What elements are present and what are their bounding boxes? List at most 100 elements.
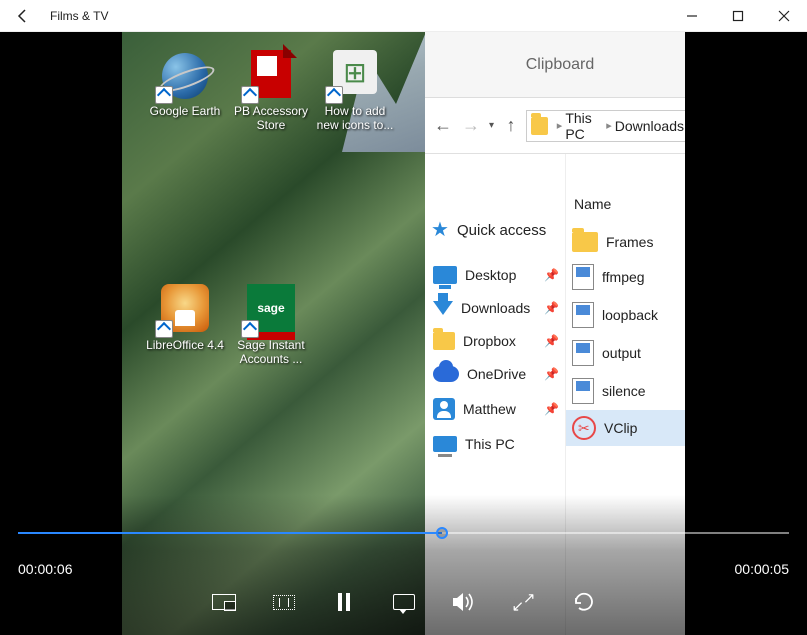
breadcrumb[interactable]: ▸ This PC ▸ Downloads	[526, 110, 685, 142]
sidebar-item-label: Desktop	[465, 267, 516, 283]
mini-view-button[interactable]	[209, 587, 239, 617]
back-button[interactable]	[0, 0, 46, 32]
desktop-icon: LibreOffice 4.4	[144, 284, 226, 352]
subtitles-button[interactable]	[389, 587, 419, 617]
ribbon-label: Clipboard	[526, 56, 594, 74]
sidebar-item-dropbox[interactable]: Dropbox 📌	[425, 324, 565, 358]
file-row[interactable]: 📌 loopback	[566, 296, 685, 334]
file-row[interactable]: 📌 silence	[566, 372, 685, 410]
pin-icon: 📌	[544, 367, 559, 381]
google-earth-icon	[159, 50, 211, 102]
nav-back-button[interactable]: ←	[431, 114, 455, 138]
nav-up-button[interactable]: ↑	[500, 115, 522, 137]
seek-thumb[interactable]	[436, 527, 448, 539]
video-frame: Google Earth PB Accessory Store ⊞ How to…	[122, 32, 685, 635]
dropbox-icon	[433, 332, 455, 350]
quick-access-label: Quick access	[457, 222, 546, 239]
desktop-icon: PB Accessory Store	[230, 50, 312, 133]
sidebar-item-this-pc[interactable]: This PC	[425, 428, 565, 460]
explorer-window: Clipboard ← → ▾ ↑ ▸ This PC ▸ Downloads	[425, 32, 685, 635]
desktop-icon: Google Earth	[144, 50, 226, 118]
pillarbox-right	[685, 32, 807, 635]
sidebar-item-desktop[interactable]: Desktop 📌	[425, 258, 565, 292]
quick-access-header[interactable]: ★ Quick access	[425, 216, 565, 244]
sage-icon: sage	[245, 284, 297, 336]
repeat-button[interactable]	[569, 587, 599, 617]
onedrive-icon	[433, 366, 459, 382]
desktop-icon-label: Sage Instant Accounts ...	[230, 338, 312, 367]
volume-icon	[451, 591, 477, 613]
subtitles-icon	[393, 594, 415, 610]
application-icon	[572, 264, 594, 290]
window-controls	[669, 0, 807, 32]
nav-forward-button[interactable]: →	[459, 114, 483, 138]
volume-button[interactable]	[449, 587, 479, 617]
pause-icon	[338, 593, 350, 611]
file-row[interactable]: 📌 output	[566, 334, 685, 372]
column-header-name[interactable]: Name	[566, 192, 685, 226]
player-controls	[0, 587, 807, 617]
titlebar: Films & TV	[0, 0, 807, 32]
repeat-icon	[572, 590, 596, 614]
file-label: Frames	[606, 234, 653, 250]
explorer-nav: ← → ▾ ↑ ▸ This PC ▸ Downloads	[425, 98, 685, 154]
desktop-icon-label: How to add new icons to...	[314, 104, 396, 133]
file-label: ffmpeg	[602, 269, 645, 285]
aspect-ratio-icon	[273, 595, 295, 610]
sidebar-item-user[interactable]: Matthew 📌	[425, 390, 565, 428]
maximize-button[interactable]	[715, 0, 761, 32]
sidebar-item-label: Dropbox	[463, 333, 516, 349]
pin-icon: 📌	[544, 402, 559, 416]
pc-icon	[433, 436, 457, 452]
file-label: output	[602, 345, 641, 361]
breadcrumb-segment[interactable]: Downloads	[615, 118, 684, 134]
desktop-icon-label: PB Accessory Store	[230, 104, 312, 133]
app-title: Films & TV	[46, 9, 669, 23]
desktop-background: Google Earth PB Accessory Store ⊞ How to…	[122, 32, 425, 635]
fullscreen-button[interactable]	[509, 587, 539, 617]
sidebar-item-label: Matthew	[463, 401, 516, 417]
pillarbox-left	[0, 32, 122, 635]
pause-button[interactable]	[329, 587, 359, 617]
pb-accessory-icon	[245, 50, 297, 102]
ribbon-section: Clipboard	[425, 32, 685, 98]
fullscreen-icon	[514, 592, 534, 612]
pin-icon: 📌	[544, 301, 559, 315]
sidebar-item-label: OneDrive	[467, 366, 526, 382]
breadcrumb-segment[interactable]: This PC	[565, 110, 603, 142]
sidebar-item-downloads[interactable]: Downloads 📌	[425, 292, 565, 324]
file-list-panel: Name Frames 📌 ffmpeg 📌 loopback	[565, 154, 685, 635]
file-row-folder[interactable]: Frames	[566, 226, 685, 258]
sidebar-item-onedrive[interactable]: OneDrive 📌	[425, 358, 565, 390]
close-button[interactable]	[761, 0, 807, 32]
desktop-icon: sage Sage Instant Accounts ...	[230, 284, 312, 367]
pin-icon: 📌	[544, 334, 559, 348]
nav-history-dropdown[interactable]: ▾	[487, 120, 496, 131]
howto-icon: ⊞	[329, 50, 381, 102]
vclip-icon	[572, 416, 596, 440]
seek-bar[interactable]	[18, 523, 789, 543]
aspect-ratio-button[interactable]	[269, 587, 299, 617]
desktop-icon-label: LibreOffice 4.4	[144, 338, 226, 352]
time-elapsed: 00:00:06	[18, 561, 73, 577]
file-row-selected[interactable]: 📌 VClip	[566, 410, 685, 446]
folder-icon	[572, 232, 598, 252]
seek-progress	[18, 532, 442, 534]
file-label: silence	[602, 383, 646, 399]
file-label: VClip	[604, 420, 637, 436]
application-icon	[572, 378, 594, 404]
file-label: loopback	[602, 307, 658, 323]
sidebar-item-label: Downloads	[461, 300, 530, 316]
time-remaining: 00:00:05	[735, 561, 790, 577]
user-icon	[433, 398, 455, 420]
application-icon	[572, 340, 594, 366]
star-icon: ★	[431, 220, 451, 240]
application-icon	[572, 302, 594, 328]
folder-icon	[531, 117, 548, 135]
sidebar-item-label: This PC	[465, 436, 515, 452]
desktop-icon: ⊞ How to add new icons to...	[314, 50, 396, 133]
file-row[interactable]: 📌 ffmpeg	[566, 258, 685, 296]
minimize-button[interactable]	[669, 0, 715, 32]
chevron-right-icon: ▸	[554, 119, 566, 132]
chevron-right-icon: ▸	[603, 119, 615, 132]
